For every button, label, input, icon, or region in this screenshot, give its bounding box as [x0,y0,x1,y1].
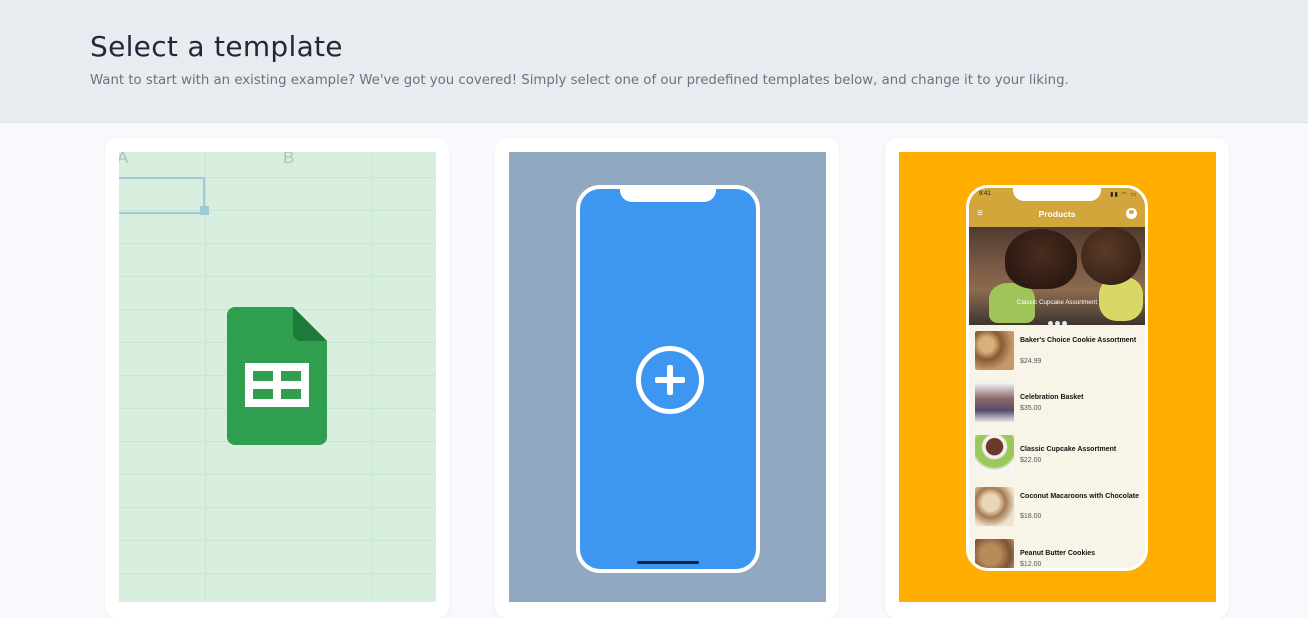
list-item: Classic Cupcake Assortment $22.00 [969,429,1145,481]
template-card-sheets[interactable]: A B [105,138,449,618]
phone-frame [576,185,760,573]
app-bar: ≡ Products [969,202,1145,227]
product-thumbnail [975,487,1014,526]
new-app-thumbnail [509,152,826,602]
page-subtitle: Want to start with an existing example? … [90,73,1069,88]
product-price: $18.00 [1020,513,1042,520]
list-item: Peanut Butter Cookies $12.00 [969,533,1145,568]
product-thumbnail [975,383,1014,422]
home-indicator [637,561,699,564]
phone-frame: 9:41 ▮▮ ◠ ▭ ≡ Products Classic Cupcake A… [966,185,1148,571]
carousel-dots [969,313,1145,325]
template-card-products[interactable]: 9:41 ▮▮ ◠ ▭ ≡ Products Classic Cupcake A… [885,138,1229,618]
sheets-thumbnail: A B [119,152,436,602]
hero-carousel: Classic Cupcake Assortment [969,227,1145,325]
product-name: Coconut Macaroons with Chocolate [1020,493,1140,500]
plus-circle-icon [636,346,704,414]
column-header-b: B [283,152,295,167]
grid-line [119,276,436,277]
google-sheets-icon [227,307,327,445]
product-thumbnail [975,435,1014,474]
cupcake-image [1005,229,1077,289]
product-thumbnail [975,331,1014,370]
account-icon [1126,208,1137,219]
cupcake-image [1081,227,1141,285]
column-header-a: A [119,152,129,167]
product-thumbnail [975,539,1014,568]
product-name: Baker's Choice Cookie Assortment [1020,337,1137,344]
grid-line [372,152,373,602]
list-item: Coconut Macaroons with Chocolate $18.00 [969,481,1145,533]
cell-selection [119,177,205,214]
grid-line [119,474,436,475]
products-thumbnail: 9:41 ▮▮ ◠ ▭ ≡ Products Classic Cupcake A… [899,152,1216,602]
grid-line [119,243,436,244]
phone-notch [620,185,716,202]
product-price: $22.00 [1020,457,1042,464]
product-price: $35.00 [1020,405,1042,412]
template-card-new-app[interactable] [495,138,839,618]
page-header: Select a template Want to start with an … [0,0,1308,123]
list-item: Baker's Choice Cookie Assortment $24.99 [969,325,1145,377]
product-name: Peanut Butter Cookies [1020,550,1096,557]
hero-caption: Classic Cupcake Assortment [1016,299,1098,306]
product-name: Celebration Basket [1020,394,1084,401]
product-list: Baker's Choice Cookie Assortment $24.99 … [969,325,1145,568]
signal-wifi-battery-icon: ▮▮ ◠ ▭ [1110,192,1137,198]
page-title: Select a template [90,30,343,63]
list-item: Celebration Basket $35.00 [969,377,1145,429]
product-price: $12.00 [1020,561,1042,568]
status-time: 9:41 [979,191,991,197]
product-price: $24.99 [1020,358,1042,365]
product-name: Classic Cupcake Assortment [1020,446,1117,453]
grid-line [119,540,436,541]
app-title: Products [1038,209,1076,219]
grid-line [205,152,206,602]
phone-notch [1013,188,1101,201]
grid-line [119,507,436,508]
grid-line [119,573,436,574]
selection-handle [200,206,209,215]
